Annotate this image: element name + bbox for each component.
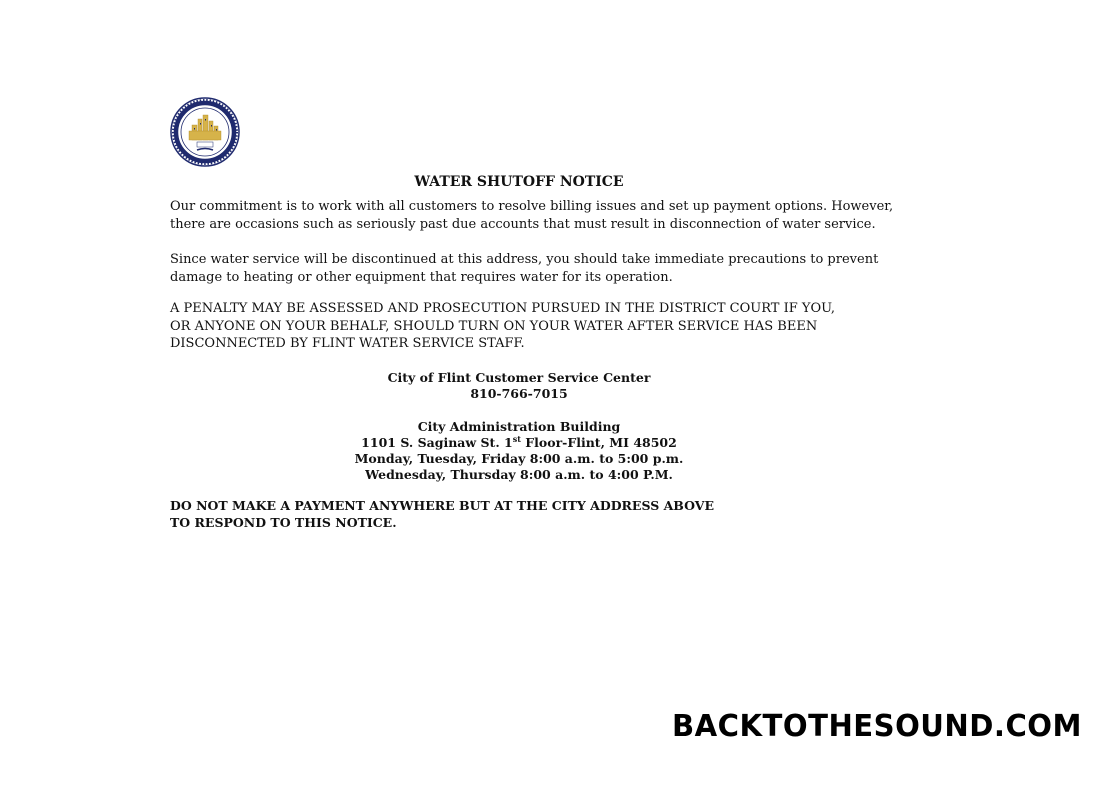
paragraph-line: DISCONNECTED BY FLINT WATER SERVICE STAF… [170, 336, 525, 351]
warning-line: TO RESPOND TO THIS NOTICE. [170, 514, 397, 530]
administration-block: City Administration Building 1101 S. Sag… [0, 419, 1038, 483]
warning-line: DO NOT MAKE A PAYMENT ANYWHERE BUT AT TH… [170, 498, 714, 513]
paragraph-line: Our commitment is to work with all custo… [170, 199, 894, 214]
hours-line-1: Monday, Tuesday, Friday 8:00 a.m. to 5:0… [354, 451, 684, 466]
administration-building: City Administration Building [417, 419, 621, 434]
paragraph-line: OR ANYONE ON YOUR BEHALF, SHOULD TURN ON… [170, 318, 818, 334]
precautions-paragraph: Since water service will be discontinued… [170, 251, 879, 286]
penalty-paragraph: A PENALTY MAY BE ASSESSED AND PROSECUTIO… [170, 300, 870, 353]
customer-service-block: City of Flint Customer Service Center 81… [0, 370, 1038, 402]
customer-service-phone: 810-766-7015 [470, 386, 568, 401]
address-ordinal: st [512, 433, 521, 444]
paragraph-line: there are occasions such as seriously pa… [170, 216, 876, 232]
address-city: Floor-Flint, MI 48502 [520, 435, 677, 450]
commitment-paragraph: Our commitment is to work with all custo… [170, 198, 894, 233]
hours-line-2: Wednesday, Thursday 8:00 a.m. to 4:00 P.… [365, 467, 673, 482]
address-street: 1101 S. Saginaw St. 1 [361, 435, 513, 450]
administration-address: 1101 S. Saginaw St. 1st Floor-Flint, MI … [0, 435, 1038, 451]
paragraph-line: A PENALTY MAY BE ASSESSED AND PROSECUTIO… [170, 301, 836, 316]
city-seal-logo [170, 97, 240, 167]
payment-warning: DO NOT MAKE A PAYMENT ANYWHERE BUT AT TH… [170, 498, 770, 531]
page-title: WATER SHUTOFF NOTICE [414, 174, 624, 190]
paragraph-line: damage to heating or other equipment tha… [170, 269, 673, 285]
city-seal-icon [170, 97, 240, 167]
paragraph-line: Since water service will be discontinued… [170, 252, 879, 267]
watermark: BACKTOTHESOUND.COM [672, 709, 1082, 744]
customer-service-name: City of Flint Customer Service Center [387, 370, 651, 385]
